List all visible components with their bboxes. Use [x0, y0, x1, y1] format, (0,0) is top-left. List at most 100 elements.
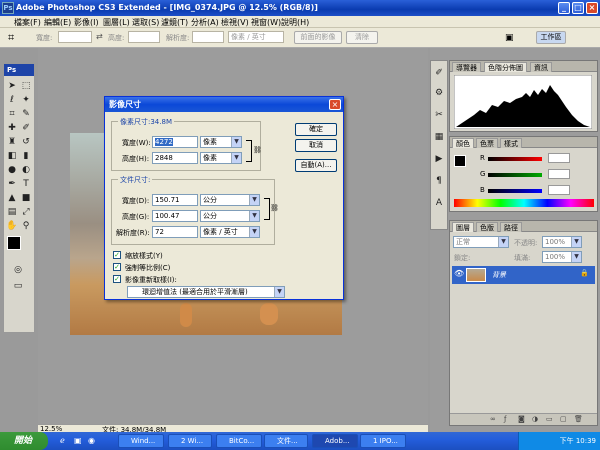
resolution-field[interactable] [192, 31, 224, 43]
red-slider[interactable] [488, 157, 542, 161]
resolution-unit-select[interactable]: 像素 / 英寸 ▼ [200, 226, 260, 238]
move-tool-icon[interactable]: ➤ [6, 80, 18, 92]
adjustment-layer-icon[interactable]: ◑ [532, 415, 538, 423]
menu-layer[interactable]: 圖層(L) [103, 17, 130, 28]
blue-slider[interactable] [488, 189, 542, 193]
history-panel-icon[interactable]: ▦ [433, 131, 445, 143]
new-layer-icon[interactable]: ▢ [560, 415, 567, 423]
tab-styles[interactable]: 樣式 [500, 138, 522, 148]
resolution-input[interactable]: 72 [152, 226, 198, 238]
color-ramp[interactable] [454, 199, 594, 207]
doc-height-input[interactable]: 100.47 [152, 210, 198, 222]
swap-icon[interactable]: ⇄ [96, 32, 103, 41]
task-item[interactable]: 2 Wi... [168, 434, 212, 448]
lasso-tool-icon[interactable]: ℓ [6, 94, 18, 106]
minimize-button[interactable]: _ [558, 2, 570, 14]
new-group-icon[interactable]: ▭ [546, 415, 553, 423]
resample-checkbox[interactable]: ✓ [113, 275, 121, 283]
start-button[interactable]: 開始 [0, 432, 48, 450]
close-button[interactable]: × [586, 2, 598, 14]
menu-file[interactable]: 檔案(F) [14, 17, 41, 28]
px-width-input[interactable]: 4272 [152, 136, 198, 148]
tab-navigator[interactable]: 導覽器 [452, 62, 481, 72]
width-field[interactable] [58, 31, 92, 43]
quick-launch-ie-icon[interactable]: ℯ [60, 436, 65, 445]
marquee-tool-icon[interactable]: ⬚ [20, 80, 32, 92]
scale-styles-checkbox[interactable]: ✓ [113, 251, 121, 259]
delete-layer-icon[interactable]: 🗑 [574, 415, 583, 423]
tool-presets-icon[interactable]: ⚙ [433, 87, 445, 99]
pen-tool-icon[interactable]: ✒ [6, 178, 18, 190]
maximize-button[interactable]: □ [572, 2, 584, 14]
layer-comps-icon[interactable]: ✂ [433, 109, 445, 121]
eyedropper-tool-icon[interactable]: ⤢ [20, 206, 32, 218]
type-tool-icon[interactable]: T [20, 178, 32, 190]
dodge-tool-icon[interactable]: ◐ [20, 164, 32, 176]
menu-image[interactable]: 影像(I) [74, 17, 99, 28]
eraser-tool-icon[interactable]: ◧ [6, 150, 18, 162]
constrain-checkbox[interactable]: ✓ [113, 263, 121, 271]
doc-height-unit-select[interactable]: 公分 ▼ [200, 210, 260, 222]
clear-button[interactable]: 清除 [346, 31, 378, 44]
blue-value[interactable] [548, 185, 570, 195]
workspace-button[interactable]: 工作區 [536, 31, 566, 44]
clone-stamp-icon[interactable]: ♜ [6, 136, 18, 148]
blur-tool-icon[interactable]: ● [6, 164, 18, 176]
px-height-unit-select[interactable]: 像素 ▼ [200, 152, 242, 164]
green-slider[interactable] [488, 173, 542, 177]
quick-launch-media-icon[interactable]: ◉ [88, 436, 95, 445]
healing-brush-icon[interactable]: ✚ [6, 122, 18, 134]
dialog-close-button[interactable]: × [329, 99, 341, 110]
px-height-input[interactable]: 2848 [152, 152, 198, 164]
gradient-tool-icon[interactable]: ▮ [20, 150, 32, 162]
task-item[interactable]: Wind... [118, 434, 164, 448]
crop-tool-icon[interactable]: ⌗ [8, 31, 14, 45]
brushes-panel-icon[interactable]: ✐ [433, 67, 445, 79]
task-item[interactable]: BitCo... [216, 434, 262, 448]
task-item[interactable]: 文件... [264, 434, 308, 448]
doc-width-unit-select[interactable]: 公分 ▼ [200, 194, 260, 206]
menu-window[interactable]: 視窗(W) [251, 17, 281, 28]
shape-tool-icon[interactable]: ■ [20, 192, 32, 204]
color-fg-swatch[interactable] [454, 155, 466, 167]
paragraph-panel-icon[interactable]: ¶ [433, 175, 445, 187]
front-image-button[interactable]: 前面的影像 [294, 31, 342, 44]
slice-tool-icon[interactable]: ✎ [20, 108, 32, 120]
notes-tool-icon[interactable]: ▤ [6, 206, 18, 218]
resample-method-select[interactable]: 環迴增值法 (最適合用於平滑漸層) ▼ [127, 286, 285, 298]
path-selection-icon[interactable]: ▲ [6, 192, 18, 204]
crop-tool-icon-2[interactable]: ⌗ [6, 108, 18, 120]
hand-tool-icon[interactable]: ✋ [6, 220, 18, 232]
menu-filter[interactable]: 濾鏡(T) [161, 17, 188, 28]
tab-info[interactable]: 資訊 [530, 62, 552, 72]
zoom-tool-icon[interactable]: ⚲ [20, 220, 32, 232]
layer-style-icon[interactable]: ƒ [504, 415, 506, 423]
task-item[interactable]: Adob... [312, 434, 358, 448]
screen-mode-icon[interactable]: ▭ [12, 280, 24, 292]
menu-edit[interactable]: 編輯(E) [44, 17, 71, 28]
fill-field[interactable]: 100% ▼ [542, 251, 582, 263]
menu-view[interactable]: 檢視(V) [221, 17, 249, 28]
menu-select[interactable]: 選取(S) [132, 17, 159, 28]
red-value[interactable] [548, 153, 570, 163]
layer-mask-icon[interactable]: ◙ [518, 415, 525, 423]
ok-button[interactable]: 確定 [295, 123, 337, 136]
history-brush-icon[interactable]: ↺ [20, 136, 32, 148]
menu-analysis[interactable]: 分析(A) [191, 17, 219, 28]
tab-color[interactable]: 顏色 [452, 138, 474, 148]
foreground-color-swatch[interactable] [7, 236, 21, 250]
magic-wand-tool-icon[interactable]: ✦ [20, 94, 32, 106]
actions-panel-icon[interactable]: ▶ [433, 153, 445, 165]
link-layers-icon[interactable]: ∞ [490, 415, 496, 423]
palette-well-icon[interactable]: ▣ [505, 33, 514, 43]
brush-tool-icon[interactable]: ✐ [20, 122, 32, 134]
tab-histogram[interactable]: 色階分佈圖 [484, 62, 527, 72]
tab-channels[interactable]: 色版 [476, 222, 498, 232]
green-value[interactable] [548, 169, 570, 179]
quick-launch-desktop-icon[interactable]: ▣ [74, 436, 82, 445]
unit-select[interactable]: 像素 / 英寸 [228, 31, 284, 43]
tab-paths[interactable]: 路徑 [500, 222, 522, 232]
tab-swatches[interactable]: 色票 [476, 138, 498, 148]
height-field[interactable] [128, 31, 160, 43]
px-width-unit-select[interactable]: 像素 ▼ [200, 136, 242, 148]
